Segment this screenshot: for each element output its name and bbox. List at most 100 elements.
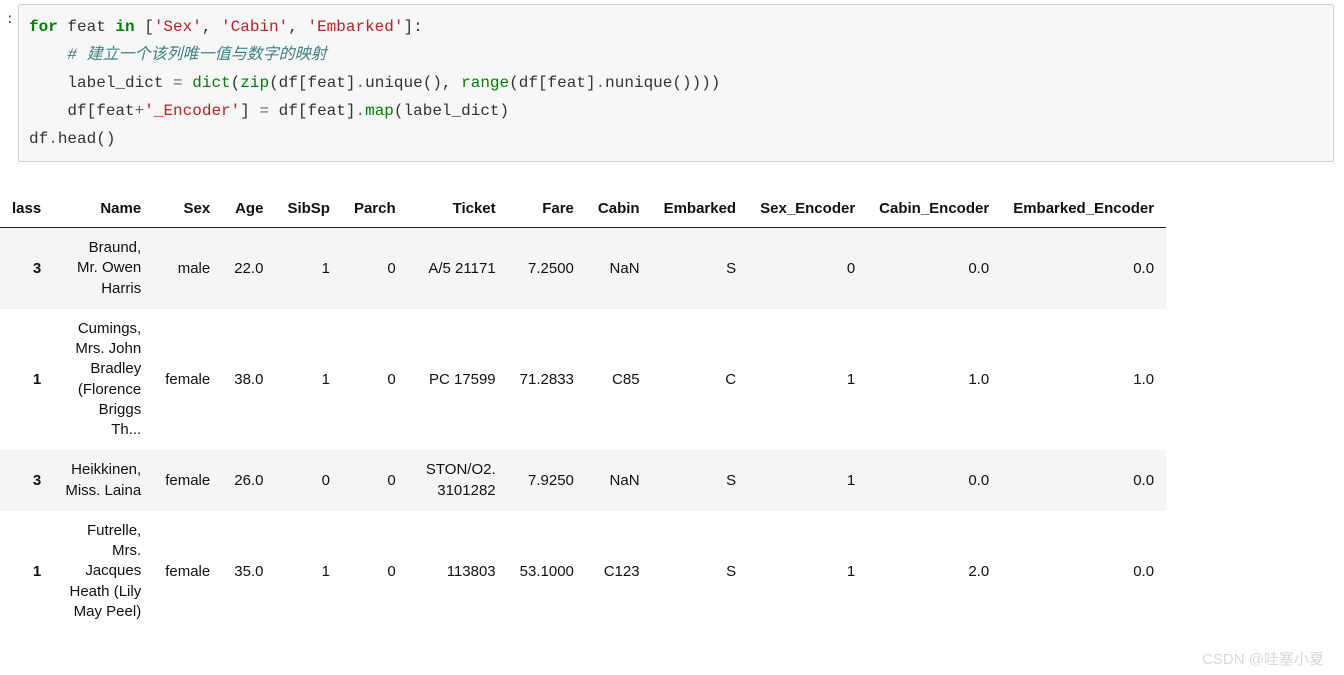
cell-sex-encoder: 0 <box>748 228 867 309</box>
cell-age: 22.0 <box>222 228 275 309</box>
code-text: (df[feat] <box>509 74 595 92</box>
col-sibsp: SibSp <box>275 190 342 228</box>
op-eq: = <box>259 102 269 120</box>
cell-sibsp: 0 <box>275 450 342 511</box>
cell-sibsp: 1 <box>275 228 342 309</box>
cell-lass: 1 <box>0 511 53 632</box>
cell-sex-encoder: 1 <box>748 309 867 451</box>
cell-cabin-encoder: 1.0 <box>867 309 1001 451</box>
table-row: 3 Braund, Mr. Owen Harris male 22.0 1 0 … <box>0 228 1166 309</box>
kw-in: in <box>115 18 134 36</box>
cell-sibsp: 1 <box>275 309 342 451</box>
col-age: Age <box>222 190 275 228</box>
cell-parch: 0 <box>342 228 408 309</box>
code-text: df <box>29 130 48 148</box>
code-text: () <box>96 130 115 148</box>
cell-ticket: 113803 <box>408 511 508 632</box>
cell-name: Braund, Mr. Owen Harris <box>53 228 153 309</box>
cell-name: Cumings, Mrs. John Bradley (Florence Bri… <box>53 309 153 451</box>
cell-embarked: S <box>652 511 749 632</box>
table-row: 1 Cumings, Mrs. John Bradley (Florence B… <box>0 309 1166 451</box>
cell-fare: 53.1000 <box>508 511 586 632</box>
cell-sex: female <box>153 511 222 632</box>
cell-lass: 3 <box>0 450 53 511</box>
cell-fare: 7.2500 <box>508 228 586 309</box>
code-cell[interactable]: for feat in ['Sex', 'Cabin', 'Embarked']… <box>18 4 1334 162</box>
code-text: , <box>202 18 221 36</box>
code-text: df[feat] <box>269 102 355 120</box>
code-text: ]: <box>403 18 422 36</box>
builtin-range: range <box>461 74 509 92</box>
col-ticket: Ticket <box>408 190 508 228</box>
cell-embarked-encoder: 1.0 <box>1001 309 1166 451</box>
cell-embarked-encoder: 0.0 <box>1001 228 1166 309</box>
col-cabin-encoder: Cabin_Encoder <box>867 190 1001 228</box>
op-dot: . <box>48 130 58 148</box>
op-dot: . <box>356 74 366 92</box>
cell-cabin-encoder: 2.0 <box>867 511 1001 632</box>
cell-embarked: S <box>652 228 749 309</box>
col-sex: Sex <box>153 190 222 228</box>
code-indent <box>29 46 67 64</box>
table-header-row: lass Name Sex Age SibSp Parch Ticket Far… <box>0 190 1166 228</box>
cell-cabin-encoder: 0.0 <box>867 450 1001 511</box>
prompt-label: : <box>0 4 18 28</box>
cell-sex: female <box>153 450 222 511</box>
cell-ticket: PC 17599 <box>408 309 508 451</box>
cell-lass: 1 <box>0 309 53 451</box>
input-cell: : for feat in ['Sex', 'Cabin', 'Embarked… <box>0 0 1344 162</box>
code-indent <box>29 74 67 92</box>
code-text: label_dict <box>67 74 173 92</box>
code-text: unique(), <box>365 74 461 92</box>
str-sex: 'Sex' <box>154 18 202 36</box>
code-text: (df[feat] <box>269 74 355 92</box>
kw-for: for <box>29 18 58 36</box>
cell-ticket: STON/O2. 3101282 <box>408 450 508 511</box>
cell-name: Futrelle, Mrs. Jacques Heath (Lily May P… <box>53 511 153 632</box>
table-row: 3 Heikkinen, Miss. Laina female 26.0 0 0… <box>0 450 1166 511</box>
table-body: 3 Braund, Mr. Owen Harris male 22.0 1 0 … <box>0 228 1166 633</box>
comment: # 建立一个该列唯一值与数字的映射 <box>67 46 326 64</box>
code-text <box>183 74 193 92</box>
cell-age: 38.0 <box>222 309 275 451</box>
col-fare: Fare <box>508 190 586 228</box>
code-text: head <box>58 130 96 148</box>
cell-parch: 0 <box>342 511 408 632</box>
str-cabin: 'Cabin' <box>221 18 288 36</box>
str-embarked: 'Embarked' <box>307 18 403 36</box>
dataframe-table: lass Name Sex Age SibSp Parch Ticket Far… <box>0 190 1166 632</box>
col-parch: Parch <box>342 190 408 228</box>
cell-cabin: C85 <box>586 309 652 451</box>
op-eq: = <box>173 74 183 92</box>
code-text: nunique()))) <box>605 74 720 92</box>
op-plus: + <box>135 102 145 120</box>
op-dot: . <box>355 102 365 120</box>
code-text: , <box>288 18 307 36</box>
code-text: feat <box>58 18 116 36</box>
col-cabin: Cabin <box>586 190 652 228</box>
cell-fare: 71.2833 <box>508 309 586 451</box>
builtin-map: map <box>365 102 394 120</box>
cell-sex-encoder: 1 <box>748 511 867 632</box>
cell-sibsp: 1 <box>275 511 342 632</box>
cell-cabin: C123 <box>586 511 652 632</box>
cell-sex: female <box>153 309 222 451</box>
cell-age: 26.0 <box>222 450 275 511</box>
table-row: 1 Futrelle, Mrs. Jacques Heath (Lily May… <box>0 511 1166 632</box>
code-text: ( <box>231 74 241 92</box>
cell-parch: 0 <box>342 309 408 451</box>
code-text: df[feat <box>67 102 134 120</box>
str-encoder: '_Encoder' <box>144 102 240 120</box>
col-embarked-encoder: Embarked_Encoder <box>1001 190 1166 228</box>
cell-fare: 7.9250 <box>508 450 586 511</box>
col-name: Name <box>53 190 153 228</box>
cell-ticket: A/5 21171 <box>408 228 508 309</box>
output-area: lass Name Sex Age SibSp Parch Ticket Far… <box>0 190 1344 632</box>
col-lass: lass <box>0 190 53 228</box>
cell-age: 35.0 <box>222 511 275 632</box>
col-sex-encoder: Sex_Encoder <box>748 190 867 228</box>
builtin-zip: zip <box>240 74 269 92</box>
code-text: ] <box>240 102 259 120</box>
col-embarked: Embarked <box>652 190 749 228</box>
cell-sex-encoder: 1 <box>748 450 867 511</box>
